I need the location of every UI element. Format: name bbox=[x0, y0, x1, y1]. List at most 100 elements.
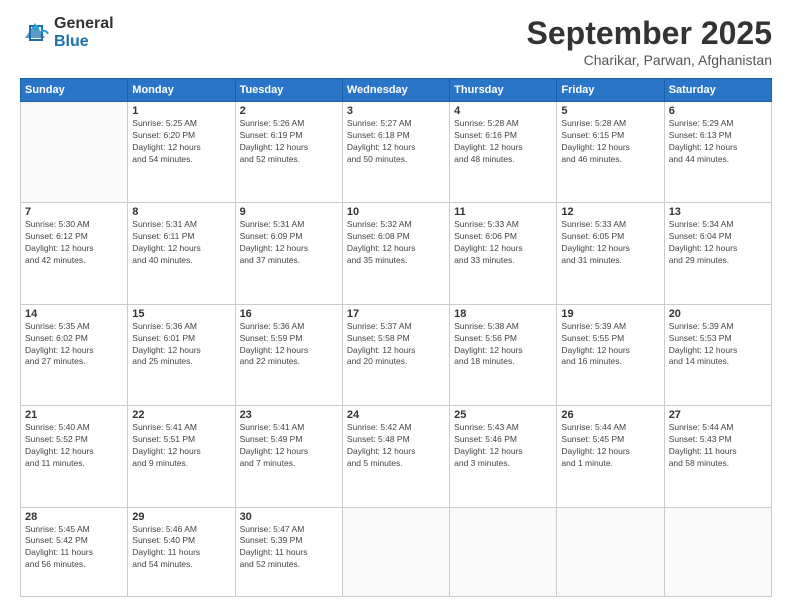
page-header: General Blue September 2025 Charikar, Pa… bbox=[20, 15, 772, 68]
table-row bbox=[664, 507, 771, 597]
day-info: Sunrise: 5:32 AMSunset: 6:08 PMDaylight:… bbox=[347, 219, 445, 267]
day-number: 19 bbox=[561, 308, 659, 320]
table-row: 22Sunrise: 5:41 AMSunset: 5:51 PMDayligh… bbox=[128, 406, 235, 507]
day-number: 22 bbox=[132, 409, 230, 421]
day-number: 18 bbox=[454, 308, 552, 320]
table-row: 29Sunrise: 5:46 AMSunset: 5:40 PMDayligh… bbox=[128, 507, 235, 597]
day-number: 10 bbox=[347, 206, 445, 218]
table-row bbox=[450, 507, 557, 597]
day-number: 21 bbox=[25, 409, 123, 421]
day-number: 23 bbox=[240, 409, 338, 421]
col-wednesday: Wednesday bbox=[342, 79, 449, 102]
day-number: 29 bbox=[132, 511, 230, 523]
table-row: 27Sunrise: 5:44 AMSunset: 5:43 PMDayligh… bbox=[664, 406, 771, 507]
day-info: Sunrise: 5:43 AMSunset: 5:46 PMDaylight:… bbox=[454, 422, 552, 470]
day-info: Sunrise: 5:33 AMSunset: 6:06 PMDaylight:… bbox=[454, 219, 552, 267]
logo: General Blue bbox=[20, 15, 114, 50]
table-row: 15Sunrise: 5:36 AMSunset: 6:01 PMDayligh… bbox=[128, 304, 235, 405]
day-info: Sunrise: 5:37 AMSunset: 5:58 PMDaylight:… bbox=[347, 321, 445, 369]
logo-general: General bbox=[54, 15, 114, 33]
col-saturday: Saturday bbox=[664, 79, 771, 102]
day-info: Sunrise: 5:41 AMSunset: 5:49 PMDaylight:… bbox=[240, 422, 338, 470]
table-row: 16Sunrise: 5:36 AMSunset: 5:59 PMDayligh… bbox=[235, 304, 342, 405]
day-number: 14 bbox=[25, 308, 123, 320]
calendar-header-row: Sunday Monday Tuesday Wednesday Thursday… bbox=[21, 79, 772, 102]
table-row: 5Sunrise: 5:28 AMSunset: 6:15 PMDaylight… bbox=[557, 102, 664, 203]
col-sunday: Sunday bbox=[21, 79, 128, 102]
day-info: Sunrise: 5:28 AMSunset: 6:16 PMDaylight:… bbox=[454, 118, 552, 166]
day-info: Sunrise: 5:28 AMSunset: 6:15 PMDaylight:… bbox=[561, 118, 659, 166]
table-row: 26Sunrise: 5:44 AMSunset: 5:45 PMDayligh… bbox=[557, 406, 664, 507]
table-row: 3Sunrise: 5:27 AMSunset: 6:18 PMDaylight… bbox=[342, 102, 449, 203]
day-number: 12 bbox=[561, 206, 659, 218]
day-number: 5 bbox=[561, 105, 659, 117]
day-number: 28 bbox=[25, 511, 123, 523]
day-number: 30 bbox=[240, 511, 338, 523]
table-row: 10Sunrise: 5:32 AMSunset: 6:08 PMDayligh… bbox=[342, 203, 449, 304]
day-info: Sunrise: 5:39 AMSunset: 5:55 PMDaylight:… bbox=[561, 321, 659, 369]
day-number: 20 bbox=[669, 308, 767, 320]
table-row: 1Sunrise: 5:25 AMSunset: 6:20 PMDaylight… bbox=[128, 102, 235, 203]
location: Charikar, Parwan, Afghanistan bbox=[527, 52, 772, 68]
table-row: 21Sunrise: 5:40 AMSunset: 5:52 PMDayligh… bbox=[21, 406, 128, 507]
day-info: Sunrise: 5:25 AMSunset: 6:20 PMDaylight:… bbox=[132, 118, 230, 166]
col-friday: Friday bbox=[557, 79, 664, 102]
logo-icon bbox=[20, 18, 50, 48]
table-row: 20Sunrise: 5:39 AMSunset: 5:53 PMDayligh… bbox=[664, 304, 771, 405]
day-info: Sunrise: 5:33 AMSunset: 6:05 PMDaylight:… bbox=[561, 219, 659, 267]
day-info: Sunrise: 5:45 AMSunset: 5:42 PMDaylight:… bbox=[25, 524, 123, 572]
day-number: 15 bbox=[132, 308, 230, 320]
day-number: 11 bbox=[454, 206, 552, 218]
day-number: 13 bbox=[669, 206, 767, 218]
day-info: Sunrise: 5:44 AMSunset: 5:45 PMDaylight:… bbox=[561, 422, 659, 470]
day-info: Sunrise: 5:29 AMSunset: 6:13 PMDaylight:… bbox=[669, 118, 767, 166]
table-row: 25Sunrise: 5:43 AMSunset: 5:46 PMDayligh… bbox=[450, 406, 557, 507]
day-number: 25 bbox=[454, 409, 552, 421]
table-row: 4Sunrise: 5:28 AMSunset: 6:16 PMDaylight… bbox=[450, 102, 557, 203]
table-row: 7Sunrise: 5:30 AMSunset: 6:12 PMDaylight… bbox=[21, 203, 128, 304]
day-number: 2 bbox=[240, 105, 338, 117]
table-row: 11Sunrise: 5:33 AMSunset: 6:06 PMDayligh… bbox=[450, 203, 557, 304]
table-row: 23Sunrise: 5:41 AMSunset: 5:49 PMDayligh… bbox=[235, 406, 342, 507]
table-row bbox=[342, 507, 449, 597]
col-tuesday: Tuesday bbox=[235, 79, 342, 102]
title-block: September 2025 Charikar, Parwan, Afghani… bbox=[527, 15, 772, 68]
day-number: 16 bbox=[240, 308, 338, 320]
day-info: Sunrise: 5:31 AMSunset: 6:09 PMDaylight:… bbox=[240, 219, 338, 267]
day-number: 26 bbox=[561, 409, 659, 421]
day-info: Sunrise: 5:36 AMSunset: 5:59 PMDaylight:… bbox=[240, 321, 338, 369]
logo-blue: Blue bbox=[54, 33, 114, 51]
table-row: 14Sunrise: 5:35 AMSunset: 6:02 PMDayligh… bbox=[21, 304, 128, 405]
day-info: Sunrise: 5:46 AMSunset: 5:40 PMDaylight:… bbox=[132, 524, 230, 572]
table-row: 17Sunrise: 5:37 AMSunset: 5:58 PMDayligh… bbox=[342, 304, 449, 405]
day-number: 27 bbox=[669, 409, 767, 421]
day-number: 9 bbox=[240, 206, 338, 218]
calendar-table: Sunday Monday Tuesday Wednesday Thursday… bbox=[20, 78, 772, 597]
day-info: Sunrise: 5:26 AMSunset: 6:19 PMDaylight:… bbox=[240, 118, 338, 166]
day-info: Sunrise: 5:27 AMSunset: 6:18 PMDaylight:… bbox=[347, 118, 445, 166]
table-row: 6Sunrise: 5:29 AMSunset: 6:13 PMDaylight… bbox=[664, 102, 771, 203]
table-row: 19Sunrise: 5:39 AMSunset: 5:55 PMDayligh… bbox=[557, 304, 664, 405]
day-number: 8 bbox=[132, 206, 230, 218]
day-info: Sunrise: 5:47 AMSunset: 5:39 PMDaylight:… bbox=[240, 524, 338, 572]
table-row bbox=[21, 102, 128, 203]
table-row: 8Sunrise: 5:31 AMSunset: 6:11 PMDaylight… bbox=[128, 203, 235, 304]
table-row: 28Sunrise: 5:45 AMSunset: 5:42 PMDayligh… bbox=[21, 507, 128, 597]
table-row: 18Sunrise: 5:38 AMSunset: 5:56 PMDayligh… bbox=[450, 304, 557, 405]
table-row: 13Sunrise: 5:34 AMSunset: 6:04 PMDayligh… bbox=[664, 203, 771, 304]
logo-text: General Blue bbox=[54, 15, 114, 50]
day-info: Sunrise: 5:31 AMSunset: 6:11 PMDaylight:… bbox=[132, 219, 230, 267]
day-number: 3 bbox=[347, 105, 445, 117]
table-row: 2Sunrise: 5:26 AMSunset: 6:19 PMDaylight… bbox=[235, 102, 342, 203]
col-monday: Monday bbox=[128, 79, 235, 102]
day-info: Sunrise: 5:36 AMSunset: 6:01 PMDaylight:… bbox=[132, 321, 230, 369]
table-row: 12Sunrise: 5:33 AMSunset: 6:05 PMDayligh… bbox=[557, 203, 664, 304]
table-row: 24Sunrise: 5:42 AMSunset: 5:48 PMDayligh… bbox=[342, 406, 449, 507]
table-row: 30Sunrise: 5:47 AMSunset: 5:39 PMDayligh… bbox=[235, 507, 342, 597]
day-number: 6 bbox=[669, 105, 767, 117]
table-row: 9Sunrise: 5:31 AMSunset: 6:09 PMDaylight… bbox=[235, 203, 342, 304]
day-info: Sunrise: 5:35 AMSunset: 6:02 PMDaylight:… bbox=[25, 321, 123, 369]
day-info: Sunrise: 5:34 AMSunset: 6:04 PMDaylight:… bbox=[669, 219, 767, 267]
day-info: Sunrise: 5:30 AMSunset: 6:12 PMDaylight:… bbox=[25, 219, 123, 267]
day-number: 24 bbox=[347, 409, 445, 421]
